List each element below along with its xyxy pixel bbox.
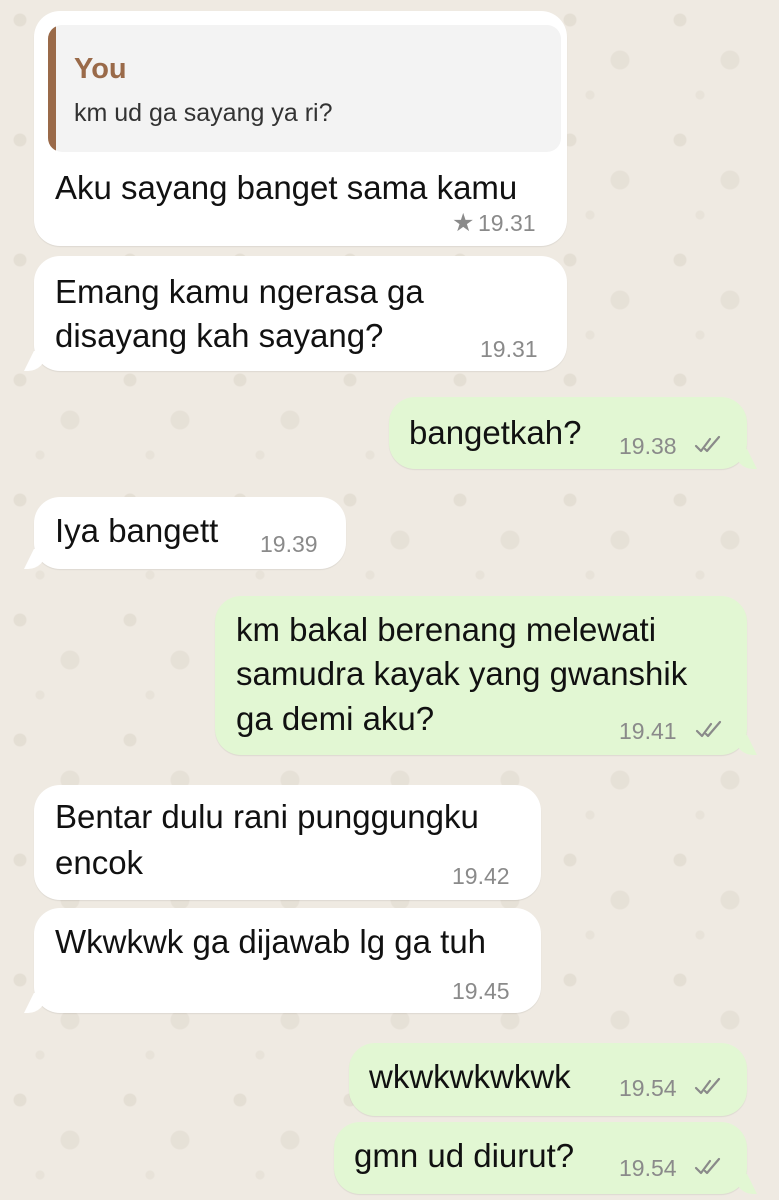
message-time: 19.54 xyxy=(619,1155,677,1181)
message-text: gmn ud diurut? xyxy=(354,1137,575,1174)
message-text: Emang kamu ngerasa ga xyxy=(55,273,424,310)
reply-quote-bar xyxy=(48,25,56,152)
message-time: 19.31 xyxy=(480,336,538,362)
message-bubble-incoming[interactable]: Emang kamu ngerasa ga disayang kah sayan… xyxy=(34,256,567,371)
message-text: wkwkwkwkwk xyxy=(369,1058,571,1095)
read-ticks-icon xyxy=(694,435,721,453)
message-text: ga demi aku? xyxy=(236,700,435,737)
message-bubble-outgoing[interactable]: gmn ud diurut? 19.54 xyxy=(334,1122,747,1194)
message-text: km bakal berenang melewati xyxy=(236,611,657,648)
message-text: samudra kayak yang gwanshik xyxy=(236,655,688,692)
message-text: disayang kah sayang? xyxy=(55,317,384,354)
message-bubble-incoming[interactable]: Wkwkwk ga dijawab lg ga tuh 19.45 xyxy=(34,908,541,1013)
message-text: Aku sayang banget sama kamu xyxy=(55,169,518,206)
message-bubble-incoming[interactable]: You km ud ga sayang ya ri? Aku sayang ba… xyxy=(34,11,567,246)
reply-quote[interactable]: You km ud ga sayang ya ri? xyxy=(48,25,561,152)
message-time: 19.38 xyxy=(619,433,677,459)
message-text: encok xyxy=(55,844,144,881)
read-ticks-icon xyxy=(694,1077,721,1095)
message-bubble-incoming[interactable]: Iya bangett 19.39 xyxy=(34,497,346,569)
message-time: 19.41 xyxy=(619,718,677,744)
message-bubble-outgoing[interactable]: wkwkwkwkwk 19.54 xyxy=(349,1043,747,1116)
reply-quote-text: km ud ga sayang ya ri? xyxy=(74,99,333,127)
reply-quote-author: You xyxy=(74,53,127,85)
message-bubble-incoming[interactable]: Bentar dulu rani punggungku encok 19.42 xyxy=(34,785,541,900)
message-text: Bentar dulu rani punggungku xyxy=(55,798,479,835)
star-icon: ★ xyxy=(452,209,475,237)
message-text: Wkwkwk ga dijawab lg ga tuh xyxy=(55,923,487,960)
message-bubble-outgoing[interactable]: km bakal berenang melewati samudra kayak… xyxy=(215,596,747,755)
message-text: Iya bangett xyxy=(55,512,219,549)
message-time: 19.54 xyxy=(619,1075,677,1101)
message-bubble-outgoing[interactable]: bangetkah? 19.38 xyxy=(389,397,747,469)
message-text: bangetkah? xyxy=(409,414,582,451)
read-ticks-icon xyxy=(695,720,722,738)
message-time: 19.31 xyxy=(478,210,536,236)
message-time: 19.45 xyxy=(452,978,510,1004)
message-time: 19.42 xyxy=(452,863,510,889)
read-ticks-icon xyxy=(694,1157,721,1175)
message-time: 19.39 xyxy=(260,531,318,557)
